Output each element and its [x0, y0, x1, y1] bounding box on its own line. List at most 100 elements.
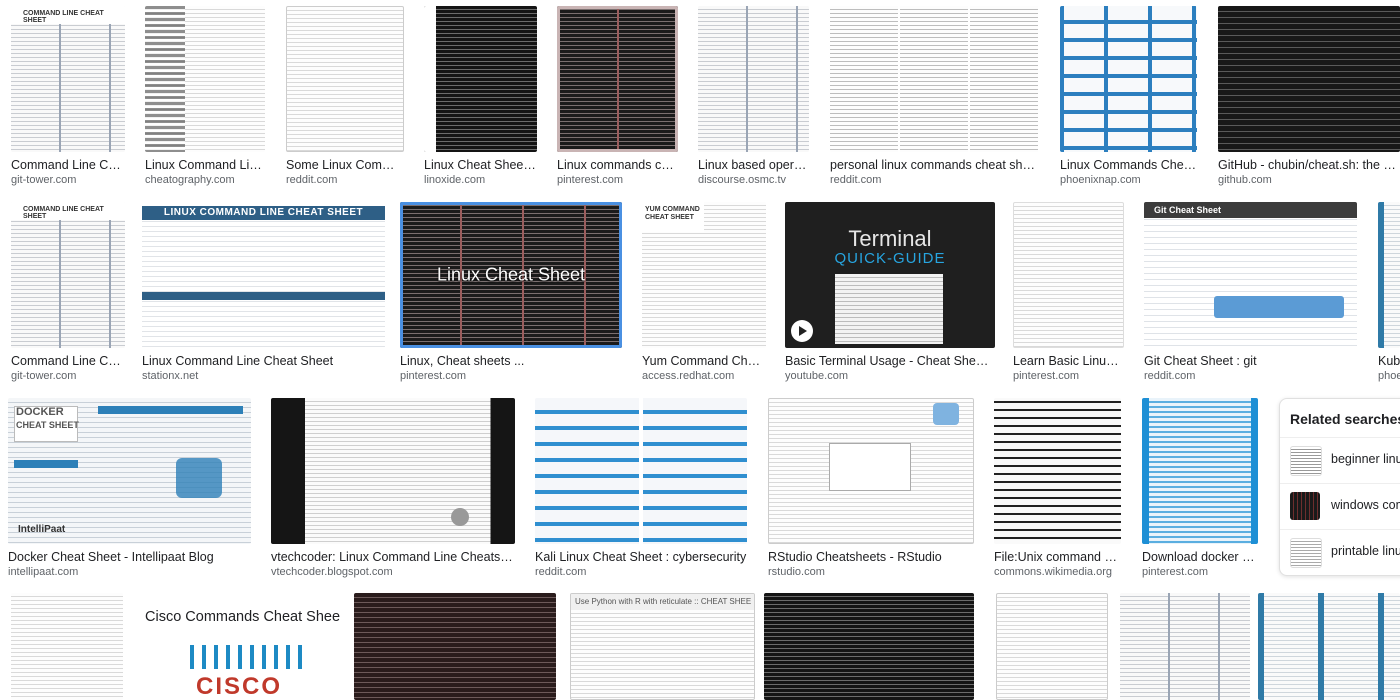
result-title[interactable]: File:Unix command cheats...	[994, 550, 1121, 564]
result-card[interactable]: Linux commands cheat ... pinterest.com	[557, 6, 678, 186]
result-title[interactable]: Linux Command Line Ch...	[145, 158, 265, 172]
result-card[interactable]: Learn Basic Linux Com... pinterest.com	[1013, 202, 1124, 382]
result-thumbnail[interactable]	[354, 593, 556, 700]
result-card[interactable]: DOCKER CHEAT SHEET IntelliPaat Docker Ch…	[8, 398, 251, 578]
result-title[interactable]: Yum Command Cheat Sh...	[642, 354, 766, 368]
result-card[interactable]: YUM COMMAND CHEAT SHEET Yum Command Chea…	[642, 202, 766, 382]
result-thumbnail[interactable]	[1060, 6, 1197, 152]
play-icon[interactable]	[791, 320, 813, 342]
result-card[interactable]: Linux based operating ... discourse.osmc…	[698, 6, 809, 186]
result-thumbnail[interactable]	[994, 398, 1121, 544]
result-thumbnail[interactable]: Linux Cheat Sheet	[400, 202, 622, 348]
result-title[interactable]: Learn Basic Linux Com...	[1013, 354, 1124, 368]
result-source: discourse.osmc.tv	[698, 174, 787, 186]
result-thumbnail[interactable]: Git Cheat Sheet	[1144, 202, 1357, 348]
thumb-heading: COMMAND LINE CHEAT SHEET	[23, 10, 104, 24]
result-source: git-tower.com	[11, 174, 77, 186]
result-title[interactable]: Linux Command Line Cheat Sheet	[142, 354, 385, 368]
result-thumbnail[interactable]	[557, 6, 678, 152]
result-card[interactable]: personal linux commands cheat sheet ... …	[830, 6, 1039, 186]
result-source: pinterest.com	[557, 174, 624, 186]
result-thumbnail[interactable]	[1378, 202, 1400, 348]
result-card[interactable]: Linux Commands Cheat She... phoenixnap.c…	[1060, 6, 1197, 186]
result-card[interactable]: Use Python with R with reticulate :: CHE…	[570, 593, 755, 700]
related-search-item[interactable]: beginner linux	[1280, 437, 1400, 482]
result-thumbnail[interactable]	[996, 593, 1108, 700]
result-card[interactable]: Git Cheat Sheet Git Cheat Sheet : git re…	[1144, 202, 1357, 382]
result-thumbnail[interactable]: YUM COMMAND CHEAT SHEET	[642, 202, 766, 348]
result-thumbnail[interactable]: LINUX COMMAND LINE CHEAT SHEET	[142, 202, 385, 348]
result-card[interactable]: LINUX COMMAND LINE CHEAT SHEET Linux Com…	[142, 202, 385, 382]
result-thumbnail[interactable]	[1120, 593, 1250, 700]
result-card[interactable]: Linux Command Line Ch... cheatography.co…	[145, 6, 265, 186]
result-title[interactable]: Basic Terminal Usage - Cheat Sheet to ..…	[785, 354, 995, 368]
result-card[interactable]: COMMAND LINE CHEAT SHEET Command Line Ch…	[11, 6, 125, 186]
result-title[interactable]: Kube	[1378, 354, 1400, 368]
result-title[interactable]: Linux commands cheat ...	[557, 158, 678, 172]
result-card[interactable]	[354, 593, 556, 700]
result-thumbnail[interactable]	[698, 6, 809, 152]
result-thumbnail[interactable]: COMMAND LINE CHEAT SHEET	[11, 6, 125, 152]
result-thumbnail[interactable]	[145, 6, 265, 152]
result-title[interactable]: Linux, Cheat sheets ...	[400, 354, 622, 368]
result-thumbnail[interactable]	[535, 398, 747, 544]
result-thumbnail[interactable]	[1013, 202, 1124, 348]
result-title[interactable]: Git Cheat Sheet : git	[1144, 354, 1357, 368]
result-card[interactable]: vtechcoder: Linux Command Line Cheatshee…	[271, 398, 515, 578]
result-title[interactable]: Linux Cheat Sheet Com...	[424, 158, 537, 172]
result-card[interactable]: RStudio Cheatsheets - RStudio rstudio.co…	[768, 398, 974, 578]
result-thumbnail[interactable]	[286, 6, 404, 152]
result-thumbnail[interactable]: Cisco Commands Cheat Sheet CISCO	[140, 593, 340, 700]
result-title[interactable]: Download docker comm...	[1142, 550, 1258, 564]
result-thumbnail[interactable]	[271, 398, 515, 544]
result-title[interactable]: RStudio Cheatsheets - RStudio	[768, 550, 974, 564]
result-card[interactable]: Some Linux Commands... reddit.com	[286, 6, 404, 186]
related-search-item[interactable]: printable linux	[1280, 529, 1400, 574]
result-card[interactable]: Kali Linux Cheat Sheet : cybersecurity r…	[535, 398, 747, 578]
result-source: reddit.com	[286, 174, 338, 186]
result-title[interactable]: personal linux commands cheat sheet ...	[830, 158, 1039, 172]
related-search-item[interactable]: windows com	[1280, 483, 1400, 528]
result-card[interactable]: Download docker comm... pinterest.com	[1142, 398, 1258, 578]
result-title[interactable]: Command Line Cheat ...	[11, 158, 125, 172]
result-card[interactable]: Terminal QUICK-GUIDE Basic Terminal Usag…	[785, 202, 995, 382]
result-card[interactable]: Kube phoe	[1378, 202, 1400, 382]
result-card[interactable]	[764, 593, 974, 700]
related-search-label[interactable]: windows com	[1331, 498, 1400, 512]
result-title[interactable]: vtechcoder: Linux Command Line Cheatshee…	[271, 550, 515, 564]
result-title[interactable]: Docker Cheat Sheet - Intellipaat Blog	[8, 550, 251, 564]
result-card[interactable]: COMMAND LINE CHEAT SHEET Command Line Ch…	[11, 202, 125, 382]
result-card[interactable]	[1258, 593, 1400, 700]
result-card[interactable]: GitHub - chubin/cheat.sh: the only ... g…	[1218, 6, 1400, 186]
result-title[interactable]: Some Linux Commands...	[286, 158, 404, 172]
result-thumbnail[interactable]: Terminal QUICK-GUIDE	[785, 202, 995, 348]
result-card[interactable]	[11, 593, 123, 700]
result-title[interactable]: Linux Commands Cheat She...	[1060, 158, 1197, 172]
result-thumbnail[interactable]: DOCKER CHEAT SHEET IntelliPaat	[8, 398, 251, 544]
result-card[interactable]: Linux Cheat Sheet Linux, Cheat sheets ..…	[400, 202, 622, 382]
result-thumbnail[interactable]	[11, 593, 123, 700]
result-thumbnail[interactable]	[1258, 593, 1400, 700]
result-thumbnail[interactable]	[1142, 398, 1258, 544]
result-thumbnail[interactable]	[768, 398, 974, 544]
thumb-heading: COMMAND LINE CHEAT SHEET	[23, 206, 104, 220]
result-thumbnail[interactable]	[764, 593, 974, 700]
result-title[interactable]: GitHub - chubin/cheat.sh: the only ...	[1218, 158, 1400, 172]
result-card[interactable]	[996, 593, 1108, 700]
result-card[interactable]: Cisco Commands Cheat Sheet CISCO	[140, 593, 340, 700]
related-search-label[interactable]: beginner linux	[1331, 452, 1400, 466]
result-card[interactable]	[1120, 593, 1250, 700]
result-card[interactable]: Linux Cheat Sheet Com... linoxide.com	[424, 6, 537, 186]
result-thumbnail[interactable]: COMMAND LINE CHEAT SHEET	[11, 202, 125, 348]
result-card[interactable]: File:Unix command cheats... commons.wiki…	[994, 398, 1121, 578]
result-source: access.redhat.com	[642, 370, 735, 382]
result-thumbnail[interactable]	[424, 6, 537, 152]
result-thumbnail[interactable]	[830, 6, 1039, 152]
related-search-label[interactable]: printable linux	[1331, 544, 1400, 558]
result-title[interactable]: Kali Linux Cheat Sheet : cybersecurity	[535, 550, 747, 564]
result-title[interactable]: Linux based operating ...	[698, 158, 809, 172]
result-source: phoe	[1378, 370, 1400, 382]
result-thumbnail[interactable]: Use Python with R with reticulate :: CHE…	[570, 593, 755, 700]
result-title[interactable]: Command Line Cheat ...	[11, 354, 125, 368]
result-thumbnail[interactable]	[1218, 6, 1400, 152]
